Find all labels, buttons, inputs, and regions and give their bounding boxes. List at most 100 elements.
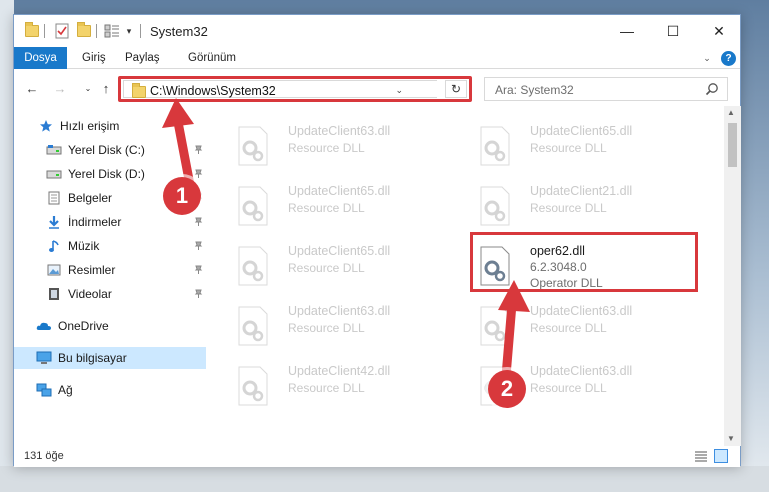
dll-file-icon <box>238 246 268 286</box>
tab-share[interactable]: Paylaş <box>117 47 168 69</box>
sidebar-item-pictures[interactable]: Resimler <box>14 259 206 281</box>
file-item[interactable]: UpdateClient63.dll Resource DLL <box>470 300 690 354</box>
file-item[interactable]: UpdateClient65.dll Resource DLL <box>470 120 690 174</box>
back-button[interactable]: ← <box>24 80 40 96</box>
file-name: UpdateClient21.dll <box>530 184 633 198</box>
pin-icon[interactable] <box>194 241 203 250</box>
pin-icon[interactable] <box>194 217 203 226</box>
address-dropdown-button[interactable]: ⌄ <box>395 85 403 96</box>
file-type: Resource DLL <box>288 141 365 155</box>
dll-file-icon <box>238 126 268 166</box>
sidebar-item-onedrive[interactable]: OneDrive <box>14 315 206 337</box>
desktop-background <box>0 0 14 492</box>
sidebar-item-network[interactable]: Ağ <box>14 379 206 401</box>
dll-file-icon <box>238 366 268 406</box>
sidebar-item-music[interactable]: Müzik <box>14 235 206 257</box>
music-icon <box>46 238 62 254</box>
sidebar-item-disk-c[interactable]: Yerel Disk (C:) <box>14 139 206 161</box>
file-explorer-window: ▾ System32 — ☐ ✕ Dosya Giriş Paylaş Görü… <box>13 14 741 467</box>
video-icon <box>46 286 62 302</box>
tab-home[interactable]: Giriş <box>74 47 114 69</box>
file-type: Resource DLL <box>288 261 365 275</box>
folder-icon <box>132 83 146 98</box>
drive-icon <box>46 142 62 158</box>
file-type: Resource DLL <box>530 381 607 395</box>
quick-access-dropdown[interactable]: ▾ <box>124 22 134 40</box>
pin-icon[interactable] <box>194 265 203 274</box>
title-bar: ▾ System32 — ☐ ✕ <box>14 15 740 47</box>
sidebar-item-label: Bu bilgisayar <box>58 351 127 365</box>
scroll-up-icon[interactable]: ▲ <box>727 108 735 117</box>
customize-icon[interactable] <box>103 22 121 40</box>
network-icon <box>36 382 52 398</box>
folder-icon <box>24 22 40 40</box>
file-type: Resource DLL <box>530 141 607 155</box>
file-item[interactable]: UpdateClient63.dll Resource DLL <box>228 120 448 174</box>
file-name: UpdateClient63.dll <box>288 304 391 318</box>
computer-icon <box>36 350 52 366</box>
vertical-scrollbar[interactable]: ▲ ▼ <box>724 106 741 446</box>
file-type: Resource DLL <box>530 201 607 215</box>
scroll-thumb[interactable] <box>728 123 737 167</box>
navigation-pane: Hızlı erişim Yerel Disk (C:) Yerel Disk … <box>14 106 210 446</box>
file-item[interactable]: UpdateClient65.dll Resource DLL <box>228 180 448 234</box>
sidebar-item-this-pc[interactable]: Bu bilgisayar <box>14 347 206 369</box>
navigation-bar: ← → ⌄ ↑ C:\Windows\System32 ⌄ ↻ Ara: Sys… <box>14 70 740 106</box>
sidebar-item-label: Yerel Disk (C:) <box>68 143 145 157</box>
sidebar-item-label: Ağ <box>58 383 73 397</box>
dll-file-icon <box>238 186 268 226</box>
properties-icon[interactable] <box>54 22 70 40</box>
dll-file-icon <box>480 126 510 166</box>
file-item[interactable]: UpdateClient42.dll Resource DLL <box>228 360 448 414</box>
sidebar-item-label: Videolar <box>68 287 112 301</box>
divider <box>96 24 97 38</box>
search-input[interactable]: Ara: System32 <box>484 77 728 101</box>
tiles-view-icon[interactable] <box>714 449 728 463</box>
step-2-badge: 2 <box>488 370 526 408</box>
file-name: UpdateClient63.dll <box>530 364 633 378</box>
sidebar-item-videos[interactable]: Videolar <box>14 283 206 305</box>
up-button[interactable]: ↑ <box>98 80 114 96</box>
close-button[interactable]: ✕ <box>696 15 742 47</box>
file-type: Resource DLL <box>288 381 365 395</box>
divider <box>140 24 141 38</box>
file-item[interactable]: UpdateClient65.dll Resource DLL <box>228 240 448 294</box>
drive-icon <box>46 166 62 182</box>
ribbon-expand-button[interactable]: ⌄ <box>701 52 713 64</box>
dll-file-icon <box>238 306 268 346</box>
search-placeholder[interactable]: Ara: System32 <box>495 83 574 97</box>
refresh-button[interactable]: ↻ <box>445 80 467 98</box>
file-name: UpdateClient65.dll <box>288 244 391 258</box>
recent-locations-button[interactable]: ⌄ <box>80 80 96 96</box>
search-icon[interactable] <box>705 82 719 96</box>
address-bar[interactable]: C:\Windows\System32 ⌄ ↻ <box>118 76 472 102</box>
star-icon <box>38 118 54 134</box>
tab-file[interactable]: Dosya <box>14 47 67 69</box>
scroll-down-icon[interactable]: ▼ <box>727 434 735 443</box>
maximize-button[interactable]: ☐ <box>650 15 696 47</box>
dll-file-icon <box>480 186 510 226</box>
new-folder-icon[interactable] <box>76 22 92 40</box>
sidebar-item-quick-access[interactable]: Hızlı erişim <box>14 115 206 137</box>
pin-icon[interactable] <box>194 145 203 154</box>
sidebar-item-label: İndirmeler <box>68 215 122 229</box>
tab-view[interactable]: Görünüm <box>180 47 244 69</box>
help-icon[interactable]: ? <box>721 51 736 66</box>
details-view-icon[interactable] <box>694 450 708 462</box>
window-title: System32 <box>150 24 208 39</box>
file-name: UpdateClient63.dll <box>530 304 633 318</box>
status-bar: 131 öğe <box>14 446 740 467</box>
file-item[interactable]: UpdateClient63.dll Resource DLL <box>228 300 448 354</box>
ribbon-tabs: Dosya Giriş Paylaş Görünüm ⌄ ? <box>14 47 740 69</box>
file-item[interactable]: UpdateClient21.dll Resource DLL <box>470 180 690 234</box>
file-name: UpdateClient63.dll <box>288 124 391 138</box>
divider <box>44 24 45 38</box>
file-type: Resource DLL <box>530 321 607 335</box>
address-field[interactable]: C:\Windows\System32 ⌄ <box>123 80 437 98</box>
minimize-button[interactable]: — <box>604 15 650 47</box>
address-path[interactable]: C:\Windows\System32 <box>150 84 276 98</box>
file-name: UpdateClient65.dll <box>530 124 633 138</box>
forward-button[interactable]: → <box>52 80 68 96</box>
pin-icon[interactable] <box>194 289 203 298</box>
pin-icon[interactable] <box>194 169 203 178</box>
